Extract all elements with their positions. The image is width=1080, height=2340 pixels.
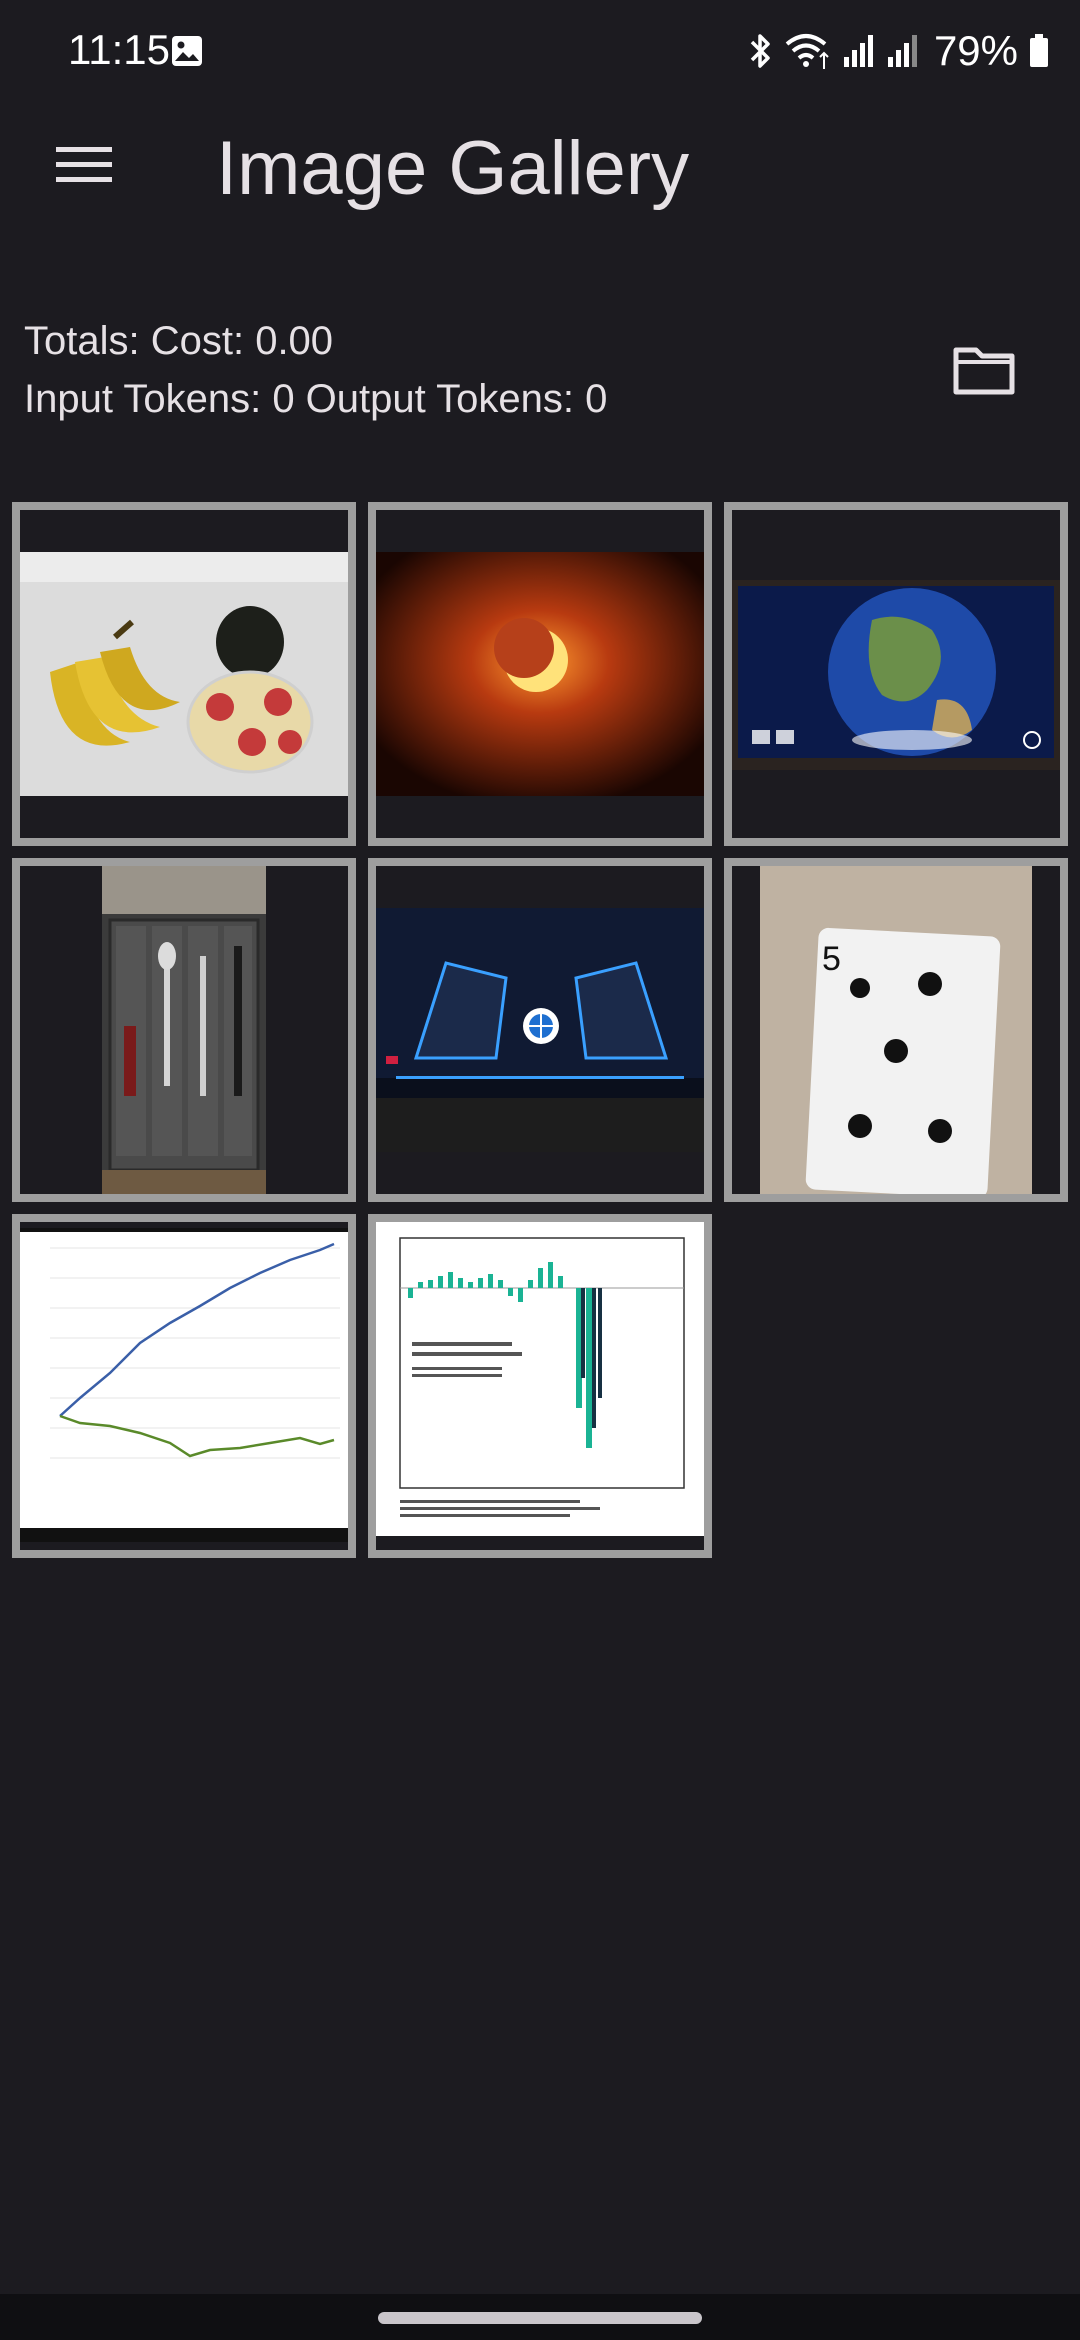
home-gesture-handle[interactable] xyxy=(378,2312,702,2324)
gallery-thumbnail[interactable]: 5 xyxy=(724,858,1068,1202)
gallery-thumbnail[interactable] xyxy=(368,1214,712,1558)
gallery-thumbnail[interactable] xyxy=(368,502,712,846)
battery-percentage: 79% xyxy=(933,27,1018,74)
gallery-thumbnail[interactable] xyxy=(368,858,712,1202)
thumbnail-image xyxy=(20,1228,348,1542)
thumbnail-image xyxy=(376,908,704,1152)
gallery-thumbnail[interactable] xyxy=(12,502,356,846)
totals-tokens: Input Tokens: 0 Output Tokens: 0 xyxy=(24,377,608,421)
svg-text:5: 5 xyxy=(822,940,841,978)
signal-icon xyxy=(886,33,920,69)
thumbnail-image xyxy=(732,580,1060,770)
totals-cost: Totals: Cost: 0.00 xyxy=(24,319,334,363)
thumbnail-image xyxy=(376,1222,704,1536)
gallery-notification-icon xyxy=(170,34,204,68)
hamburger-menu-icon xyxy=(56,147,112,182)
open-folder-button[interactable] xyxy=(944,330,1024,410)
page-title: Image Gallery xyxy=(216,126,690,211)
thumbnail-image xyxy=(102,866,266,1194)
status-bar: 11:15 79% xyxy=(0,0,1080,100)
wifi-icon xyxy=(784,31,832,71)
folder-icon xyxy=(953,347,1015,395)
menu-button[interactable] xyxy=(40,130,128,200)
thumbnail-image: 5 xyxy=(760,866,1032,1194)
gallery-thumbnail[interactable] xyxy=(724,502,1068,846)
totals-summary: Totals: Cost: 0.00 Input Tokens: 0 Outpu… xyxy=(24,312,607,428)
thumbnail-image xyxy=(376,552,704,796)
status-time: 11:15 xyxy=(68,26,170,73)
gallery-thumbnail[interactable] xyxy=(12,1214,356,1558)
status-icons: 79% xyxy=(748,26,1050,76)
signal-icon xyxy=(842,33,876,69)
bluetooth-icon xyxy=(748,32,774,70)
battery-icon xyxy=(1028,33,1050,69)
gallery-thumbnail[interactable] xyxy=(12,858,356,1202)
app-bar: Image Gallery xyxy=(0,100,1080,230)
thumbnail-image xyxy=(20,552,348,796)
